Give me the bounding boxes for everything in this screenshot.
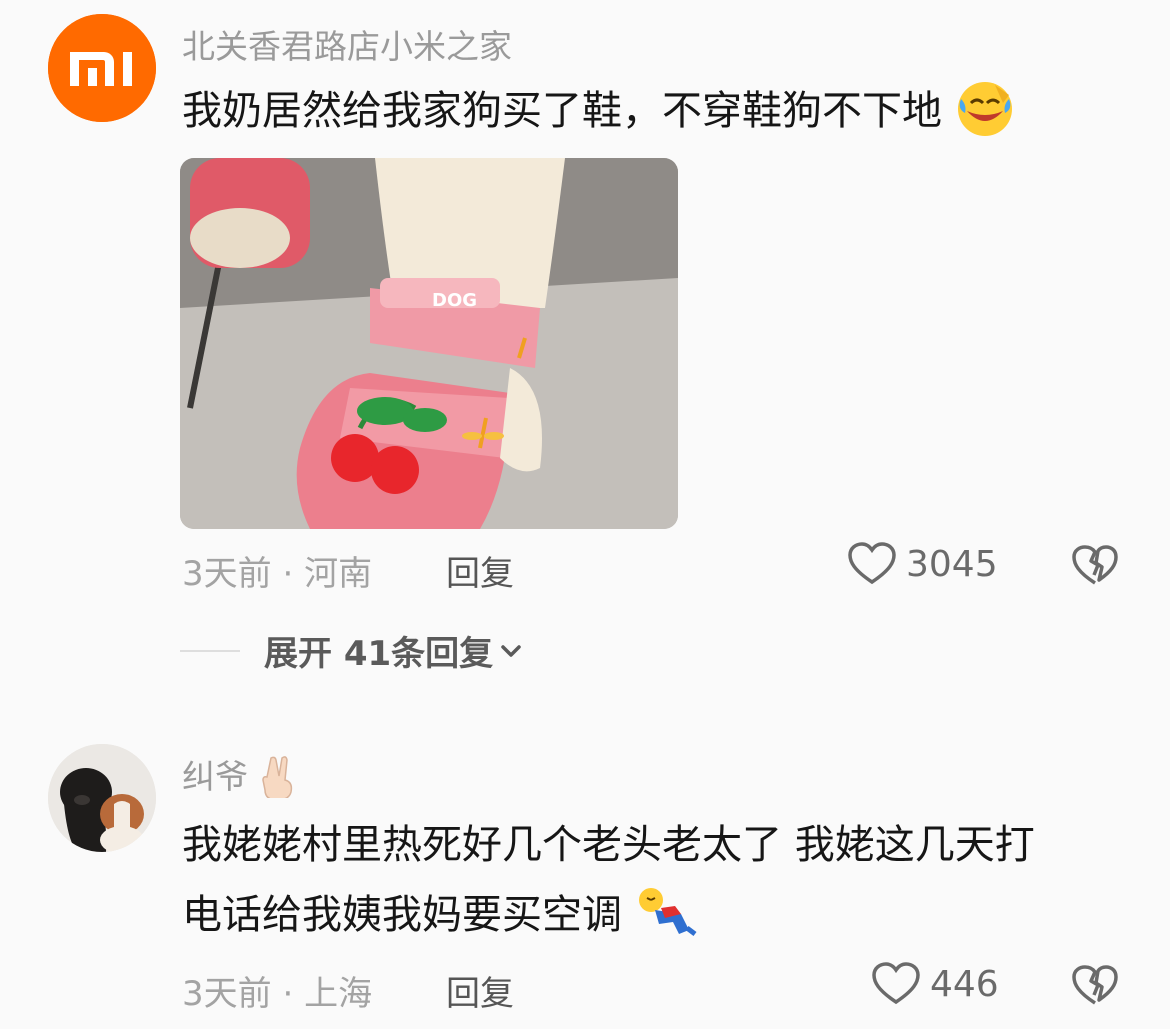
like-count: 3045 bbox=[906, 543, 998, 585]
broken-heart-icon bbox=[1072, 545, 1118, 585]
heart-icon bbox=[848, 542, 896, 585]
xiaomi-logo-icon bbox=[48, 14, 156, 122]
reply-button[interactable]: 回复 bbox=[446, 546, 514, 595]
comment-text: 我姥姥村里热死好几个老头老太了 我姥这几天打 电话给我姨我妈要买空调 bbox=[182, 822, 1035, 938]
comment-time: 3天前 bbox=[182, 974, 272, 1014]
username[interactable]: 北关香君路店小米之家 bbox=[182, 20, 512, 68]
dislike-button[interactable] bbox=[1072, 965, 1118, 1011]
reply-button[interactable]: 回复 bbox=[446, 966, 514, 1015]
comment-location: 上海 bbox=[304, 974, 373, 1014]
laughing-tears-emoji-icon bbox=[957, 82, 1012, 136]
fallen-person-emoji-icon bbox=[638, 888, 697, 936]
comment-meta: 3天前 · 上海 bbox=[182, 966, 372, 1015]
like-button[interactable]: 3045 bbox=[848, 542, 998, 586]
comment-location: 河南 bbox=[304, 554, 373, 594]
dogs-photo-avatar-icon bbox=[48, 744, 156, 852]
like-count: 446 bbox=[930, 963, 999, 1005]
username[interactable]: 纠爷 bbox=[182, 750, 299, 798]
victory-hand-emoji-icon bbox=[261, 755, 292, 798]
avatar[interactable] bbox=[48, 744, 156, 852]
chevron-down-icon bbox=[501, 644, 521, 657]
comment-1: 北关香君路店小米之家 我奶居然给我家狗买了鞋，不穿鞋狗不下地 DOG 3天前 ·… bbox=[0, 0, 1170, 700]
broken-heart-icon bbox=[1072, 965, 1118, 1005]
comment-time: 3天前 bbox=[182, 554, 272, 594]
meta-separator: · bbox=[282, 554, 294, 594]
dislike-button[interactable] bbox=[1072, 545, 1118, 591]
comment-image[interactable]: DOG bbox=[180, 158, 678, 529]
meta-separator: · bbox=[282, 974, 294, 1014]
expand-replies[interactable]: 展开 41条回复 bbox=[180, 626, 525, 675]
comment-text: 我奶居然给我家狗买了鞋，不穿鞋狗不下地 bbox=[182, 76, 1015, 146]
like-button[interactable]: 446 bbox=[872, 962, 999, 1006]
heart-icon bbox=[872, 962, 920, 1005]
expand-replies-label: 展开 41条回复 bbox=[264, 634, 494, 674]
dog-paw-pink-shoe-photo-icon: DOG bbox=[180, 158, 678, 529]
comment-meta: 3天前 · 河南 bbox=[182, 546, 372, 595]
shoe-text: DOG bbox=[432, 290, 477, 311]
avatar[interactable] bbox=[48, 14, 156, 122]
divider-line bbox=[180, 649, 240, 652]
comment-2: 纠爷 我姥姥村里热死好几个老头老太了 我姥这几天打 电话给我姨我妈要买空调 3天… bbox=[0, 700, 1170, 1029]
